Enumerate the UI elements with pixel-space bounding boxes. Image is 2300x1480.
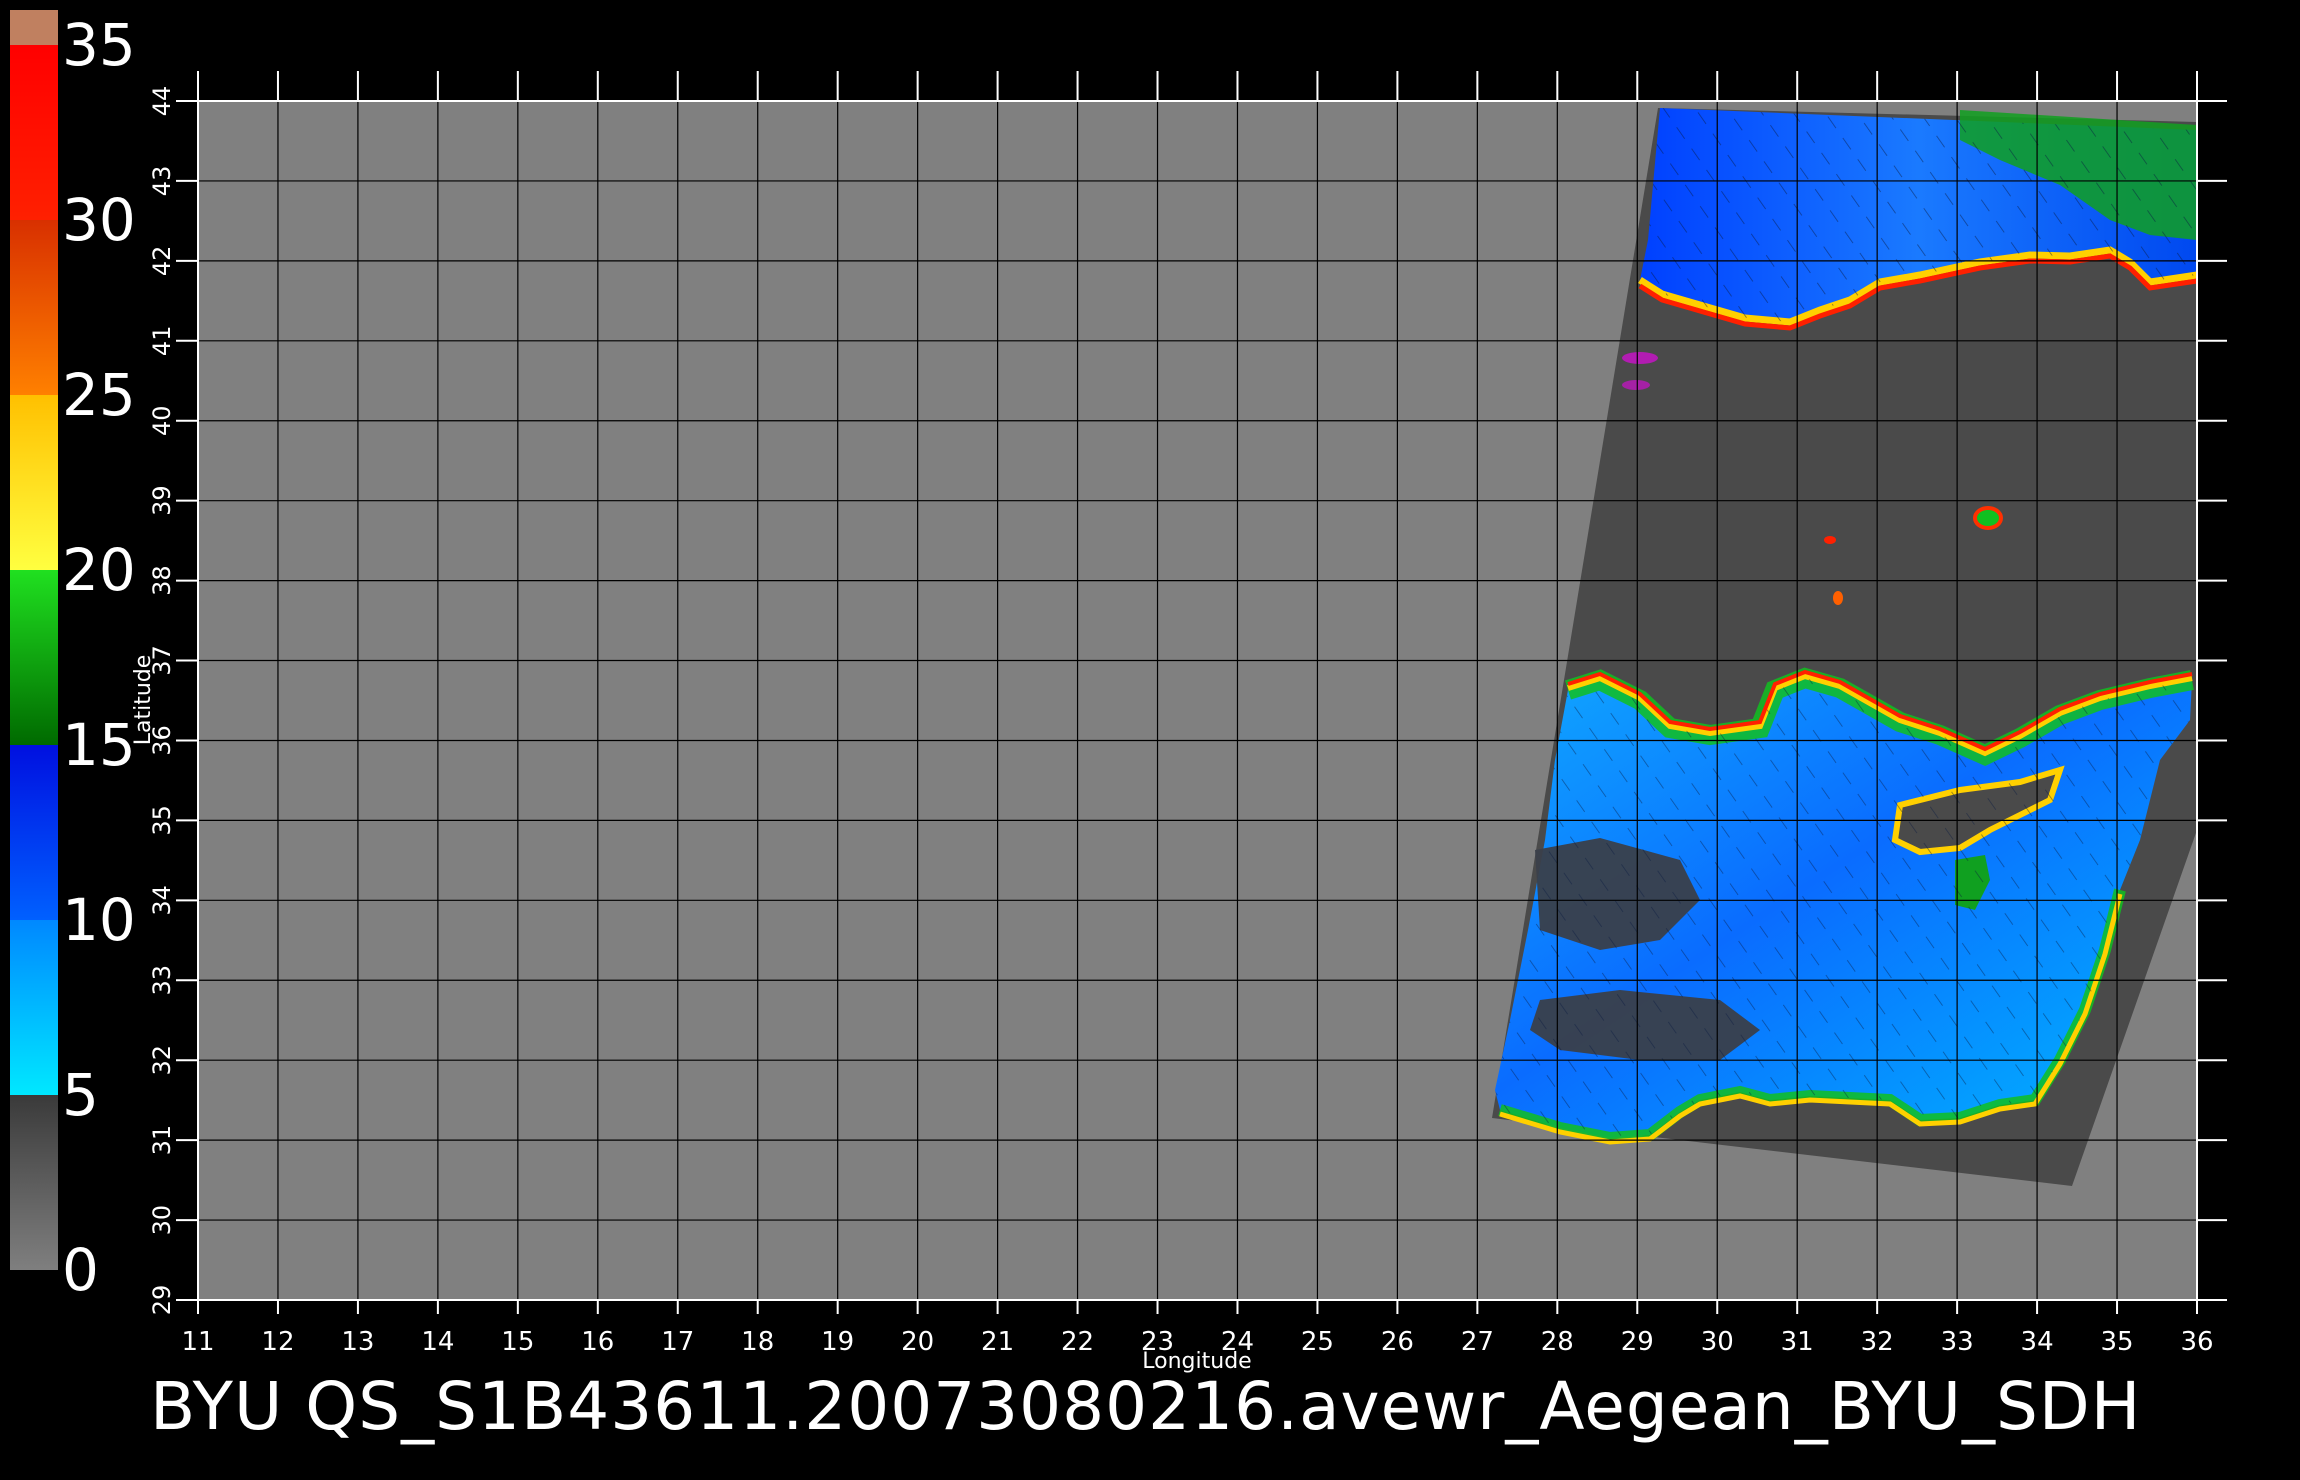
- lat-tick-label: 44: [148, 86, 176, 117]
- map-canvas: 11 12 13 14 15 16 17 18 19 20 21 22 23 24 25 26 27 28 29 30…: [10, 10, 2227, 1374]
- colorbar-tick-label: 5: [62, 1061, 99, 1129]
- lon-tick-label: 29: [1621, 1327, 1654, 1357]
- colorbar-tick-label: 0: [62, 1236, 99, 1304]
- colorbar-band: [10, 570, 58, 745]
- lat-tick-label: 34: [148, 885, 176, 916]
- lat-tick-label: 42: [148, 246, 176, 277]
- lat-tick-label: 41: [148, 326, 176, 357]
- lon-tick-label: 21: [981, 1327, 1014, 1357]
- lon-tick-label: 19: [821, 1327, 854, 1357]
- lon-tick-label: 13: [341, 1327, 374, 1357]
- lon-tick-label: 28: [1541, 1327, 1574, 1357]
- lat-tick-label: 29: [148, 1285, 176, 1316]
- lon-tick-label: 30: [1701, 1327, 1734, 1357]
- lat-tick-label: 31: [148, 1125, 176, 1156]
- colorbar-tick-label: 15: [62, 711, 136, 779]
- lon-tick-label: 34: [2021, 1327, 2054, 1357]
- lon-tick-label: 31: [1781, 1327, 1814, 1357]
- lon-tick-label: 36: [2180, 1327, 2213, 1357]
- lon-tick-label: 27: [1461, 1327, 1494, 1357]
- colorbar-band: [10, 745, 58, 920]
- colorbar-band: [10, 920, 58, 1095]
- lon-tick-label: 32: [1861, 1327, 1894, 1357]
- colorbar-band: [10, 1095, 58, 1270]
- colorbar-band: [10, 395, 58, 570]
- lon-tick-label: 25: [1301, 1327, 1334, 1357]
- lon-tick-label: 11: [181, 1327, 214, 1357]
- lon-tick-label: 16: [581, 1327, 614, 1357]
- lat-tick-label: 43: [148, 166, 176, 197]
- lon-tick-label: 35: [2100, 1327, 2133, 1357]
- lon-tick-label: 26: [1381, 1327, 1414, 1357]
- lon-tick-label: 15: [501, 1327, 534, 1357]
- wind-speed-map-figure: 11 12 13 14 15 16 17 18 19 20 21 22 23 24 25 26 27 28 29 30…: [0, 0, 2300, 1480]
- y-axis-label: Latitude: [131, 655, 156, 746]
- lat-tick-label: 39: [148, 485, 176, 516]
- colorbar-band: [10, 45, 58, 220]
- colorbar-tick-label: 25: [62, 361, 136, 429]
- colorbar-tick-label: 35: [62, 11, 136, 79]
- colorbar-band: [10, 10, 58, 45]
- lon-tick-label: 12: [261, 1327, 294, 1357]
- lon-tick-label: 18: [741, 1327, 774, 1357]
- lat-tick-label: 40: [148, 405, 176, 436]
- lat-tick-label: 30: [148, 1205, 176, 1236]
- colorbar-band: [10, 220, 58, 395]
- lat-tick-label: 35: [148, 805, 176, 836]
- lon-tick-label: 33: [1941, 1327, 1974, 1357]
- lon-tick-label: 17: [661, 1327, 694, 1357]
- lon-tick-label: 22: [1061, 1327, 1094, 1357]
- lon-tick-label: 20: [901, 1327, 934, 1357]
- lat-tick-label: 38: [148, 565, 176, 596]
- colorbar-tick-label: 10: [62, 886, 136, 954]
- colorbar: 0 5 10 15 20 25 30 35: [10, 10, 136, 1304]
- lat-tick-label: 33: [148, 965, 176, 996]
- figure-caption: BYU QS_S1B43611.20073080216.avewr_Aegean…: [150, 1368, 2142, 1445]
- lon-tick-label: 14: [421, 1327, 454, 1357]
- colorbar-tick-label: 20: [62, 536, 136, 604]
- colorbar-tick-label: 30: [62, 186, 136, 254]
- lat-tick-label: 32: [148, 1045, 176, 1076]
